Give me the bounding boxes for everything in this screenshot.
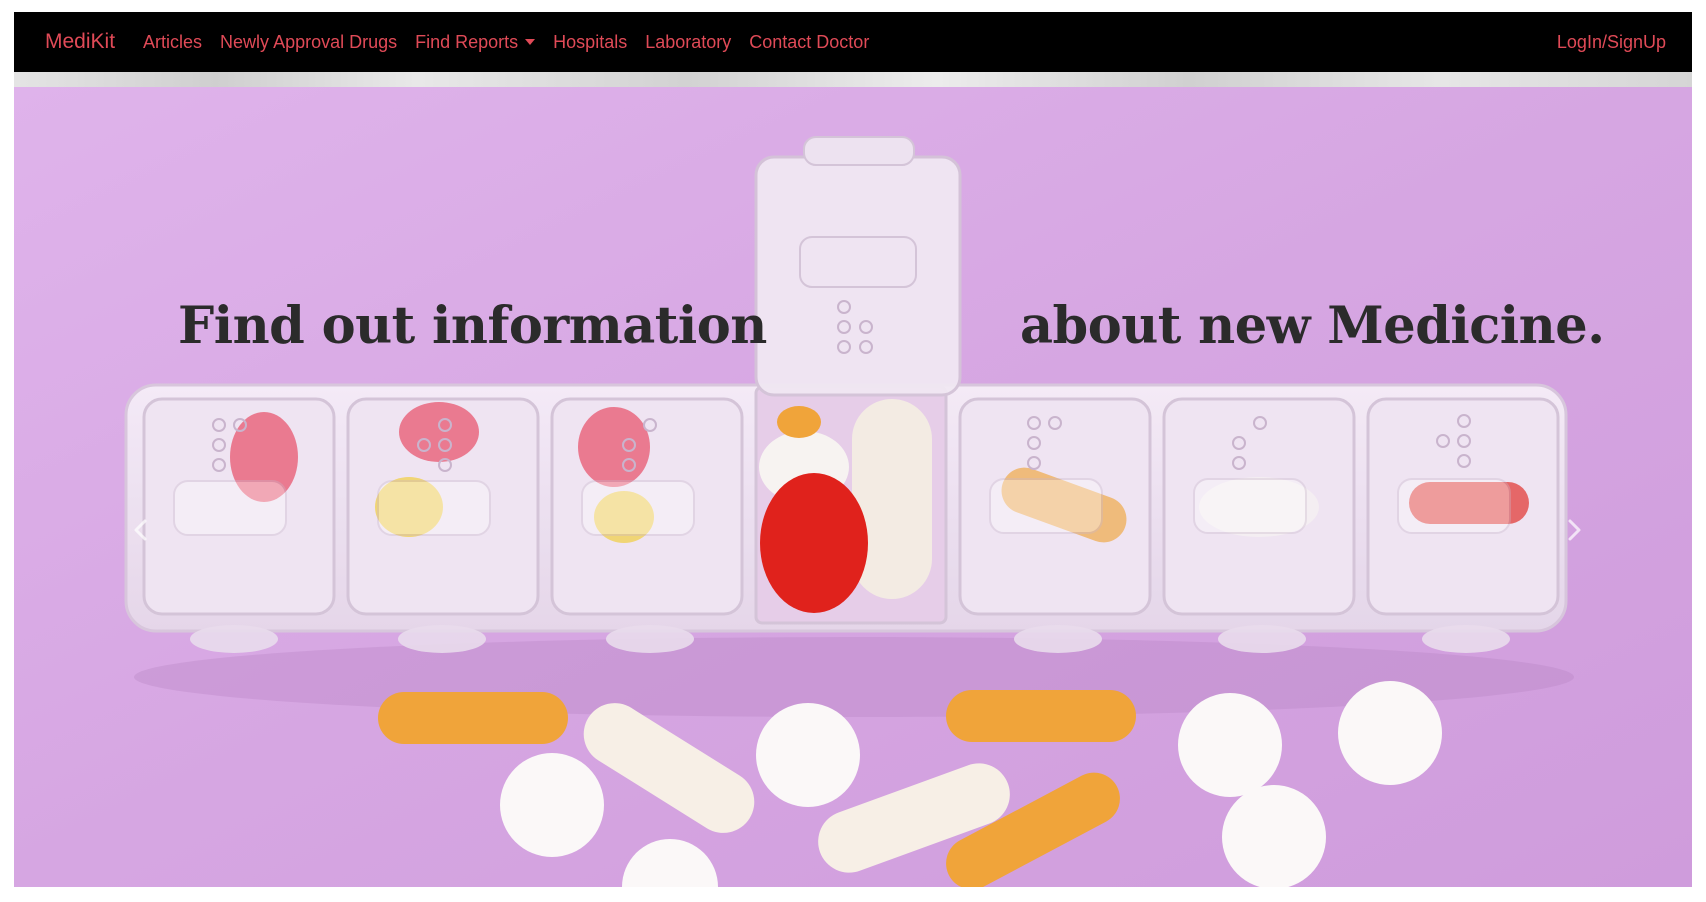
nav-link-laboratory[interactable]: Laboratory: [645, 32, 731, 53]
chevron-right-icon: [1568, 519, 1581, 541]
carousel-prev-button[interactable]: [128, 517, 154, 543]
brand-logo-link[interactable]: MediKit: [45, 30, 115, 54]
nav-link-articles[interactable]: Articles: [143, 32, 202, 53]
login-signup-link[interactable]: LogIn/SignUp: [1557, 32, 1666, 53]
nav-link-newly-approval-drugs[interactable]: Newly Approval Drugs: [220, 32, 397, 53]
page-frame: MediKit Articles Newly Approval Drugs Fi…: [14, 12, 1692, 887]
pill-organizer-image: [14, 87, 1692, 887]
caret-down-icon: [525, 39, 536, 45]
carousel-next-button[interactable]: [1561, 517, 1587, 543]
hero-carousel: Find out information about new Medicine.: [14, 87, 1692, 887]
chevron-left-icon: [134, 519, 147, 541]
marble-strip: [14, 72, 1692, 87]
nav-links: Articles Newly Approval Drugs Find Repor…: [143, 32, 869, 53]
nav-link-hospitals[interactable]: Hospitals: [553, 32, 627, 53]
nav-dropdown-find-reports[interactable]: Find Reports: [415, 31, 536, 53]
top-navbar: MediKit Articles Newly Approval Drugs Fi…: [14, 12, 1692, 72]
nav-link-contact-doctor[interactable]: Contact Doctor: [749, 32, 869, 53]
nav-dropdown-label: Find Reports: [415, 31, 519, 52]
hero-headline-left: Find out information: [178, 296, 767, 357]
hero-headline-right: about new Medicine.: [1020, 296, 1605, 357]
